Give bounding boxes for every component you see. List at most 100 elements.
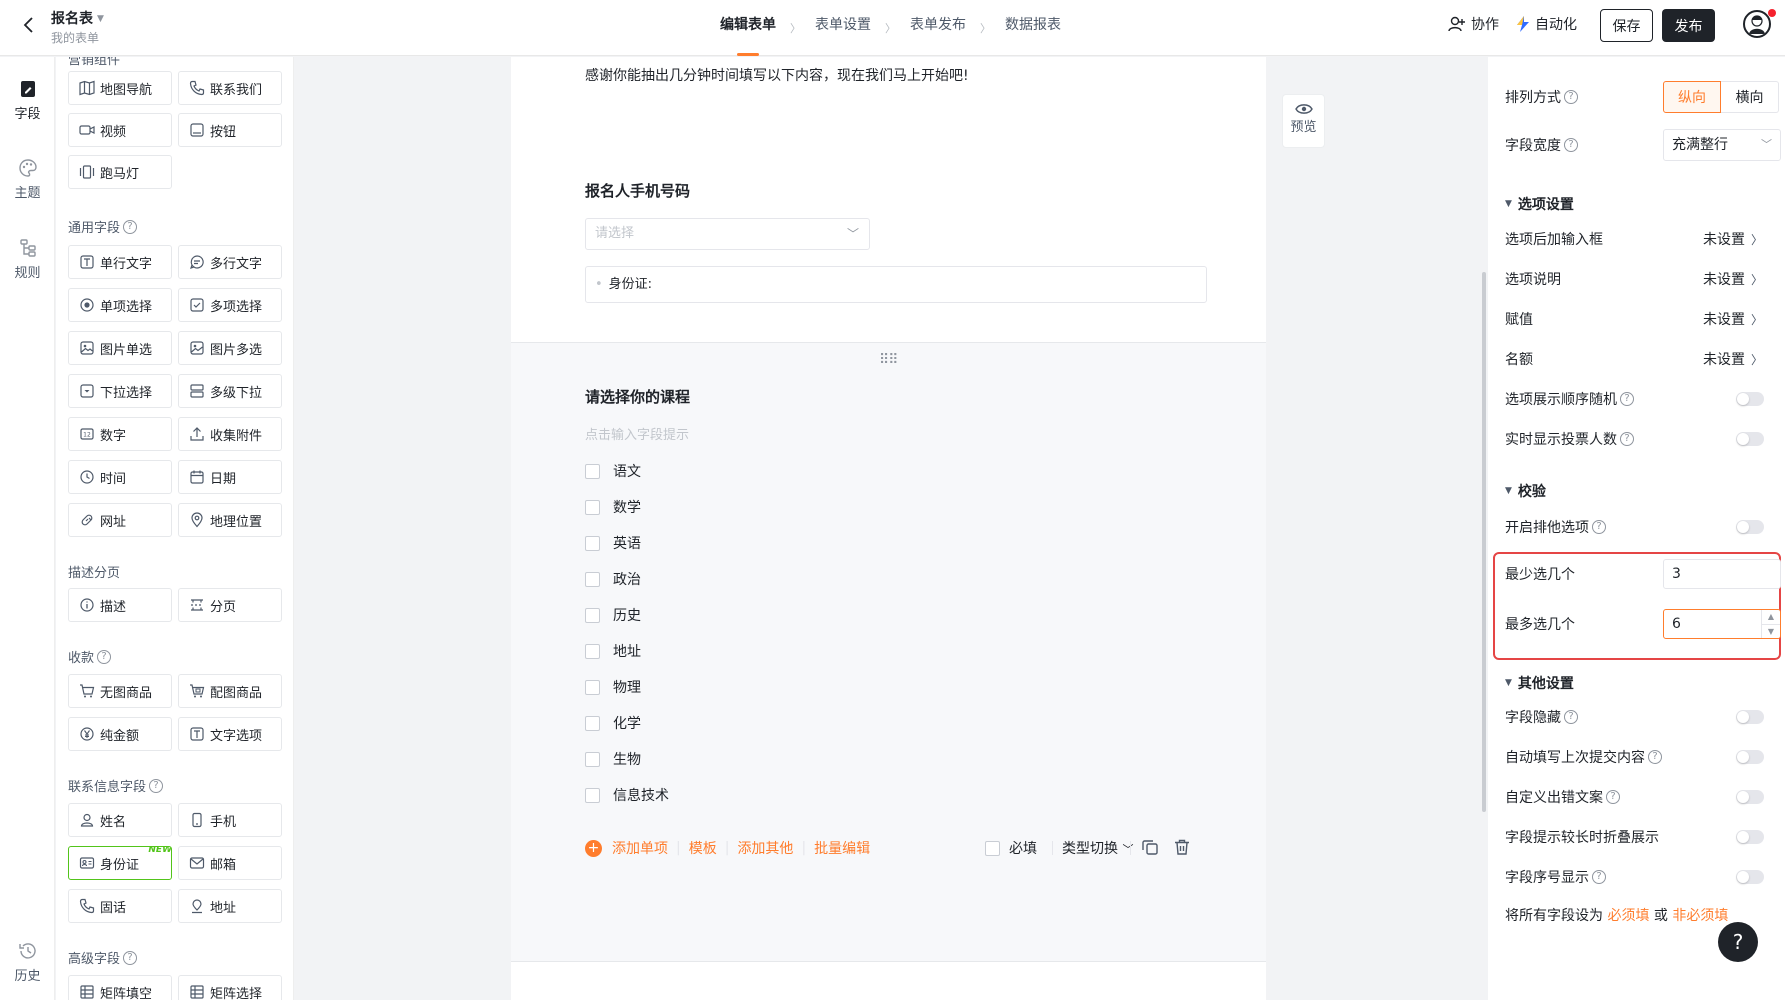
option-checkbox[interactable] (585, 751, 600, 767)
form-intro-text[interactable]: 感谢你能抽出几分钟时间填写以下内容，现在我们马上开始吧! (585, 65, 969, 85)
exclusive-option-toggle[interactable] (1736, 520, 1764, 534)
option-checkbox[interactable] (585, 607, 600, 623)
setting-value[interactable]: 未设置〉 (1703, 309, 1763, 329)
widget-address[interactable]: 地址 (178, 889, 282, 923)
widget-amount[interactable]: 纯金额 (68, 717, 172, 751)
option-checkbox[interactable] (585, 643, 600, 659)
type-switch-dropdown[interactable]: 类型切换 ﹀ (1062, 838, 1133, 858)
option-item[interactable]: 地址 (585, 641, 641, 661)
option-item[interactable]: 化学 (585, 713, 641, 733)
show-votes-toggle[interactable] (1736, 432, 1764, 446)
widget-dropdown[interactable]: 下拉选择 (68, 374, 172, 408)
widget-product-no-image[interactable]: 无图商品 (68, 674, 172, 708)
template-link[interactable]: 模板 (689, 838, 717, 858)
step-data-report[interactable]: 数据报表 (1005, 0, 1061, 56)
help-icon[interactable]: ? (149, 778, 164, 793)
show-index-toggle[interactable] (1736, 870, 1764, 884)
widget-date[interactable]: 日期 (178, 460, 282, 494)
setting-value[interactable]: 未设置〉 (1703, 269, 1763, 289)
setting-assign-value[interactable]: 赋值 未设置〉 (1505, 307, 1769, 331)
validation-section-header[interactable]: ▼ 校验 (1505, 481, 1546, 501)
widget-cascade-dropdown[interactable]: 多级下拉 (178, 374, 282, 408)
widget-email[interactable]: 邮箱 (178, 846, 282, 880)
widget-name[interactable]: 姓名 (68, 803, 172, 837)
widget-page-break[interactable]: 分页 (178, 588, 282, 622)
question-course-block[interactable]: ⠿⠿ 请选择你的课程 点击输入字段提示 语文 数学 英语 政治 历史 地址 物理… (511, 342, 1266, 962)
rail-history[interactable]: 历史 (0, 941, 55, 984)
question-phone-select[interactable]: 请选择 ﹀ (585, 218, 870, 250)
help-icon[interactable]: ? (1606, 790, 1620, 804)
option-checkbox[interactable] (585, 679, 600, 695)
arrange-vertical-option[interactable]: 纵向 (1663, 81, 1721, 113)
setting-value[interactable]: 未设置〉 (1703, 229, 1763, 249)
drag-handle-icon[interactable]: ⠿⠿ (879, 352, 898, 368)
setting-value[interactable]: 未设置〉 (1703, 349, 1763, 369)
custom-error-toggle[interactable] (1736, 790, 1764, 804)
random-order-toggle[interactable] (1736, 392, 1764, 406)
save-button[interactable]: 保存 (1600, 9, 1653, 42)
help-icon[interactable]: ? (123, 219, 138, 234)
widget-matrix-fill[interactable]: 矩阵填空 (68, 975, 172, 1000)
stepper-up-icon[interactable]: ▲ (1762, 610, 1780, 624)
trash-icon[interactable] (1173, 838, 1191, 856)
batch-edit-link[interactable]: 批量编辑 (814, 838, 870, 858)
help-icon[interactable]: ? (1564, 138, 1578, 152)
step-form-settings[interactable]: 表单设置 (815, 0, 871, 56)
widget-image-multi[interactable]: 图片多选 (178, 331, 282, 365)
back-arrow-icon[interactable] (18, 14, 40, 36)
rail-rules[interactable]: 规则 (0, 238, 55, 281)
canvas-scrollbar[interactable] (1482, 272, 1486, 812)
question-course-hint[interactable]: 点击输入字段提示 (585, 424, 689, 443)
widget-mobile[interactable]: 手机 (178, 803, 282, 837)
widget-video[interactable]: 视频 (68, 113, 172, 147)
help-icon[interactable]: ? (1564, 90, 1578, 104)
caret-down-icon[interactable]: ▼ (97, 14, 104, 24)
hide-field-toggle[interactable] (1736, 710, 1764, 724)
widget-map-nav[interactable]: 地图导航 (68, 71, 172, 105)
question-phone-subfield[interactable]: • 身份证: (585, 266, 1207, 303)
option-item[interactable]: 政治 (585, 569, 641, 589)
widget-contact-us[interactable]: 联系我们 (178, 71, 282, 105)
options-section-header[interactable]: ▼ 选项设置 (1505, 194, 1574, 214)
copy-icon[interactable] (1141, 838, 1159, 856)
option-checkbox[interactable] (585, 499, 600, 515)
widget-time[interactable]: 时间 (68, 460, 172, 494)
required-checkbox[interactable] (985, 840, 1000, 856)
help-icon[interactable]: ? (1592, 520, 1606, 534)
avatar[interactable] (1743, 10, 1771, 38)
help-icon[interactable]: ? (123, 950, 138, 965)
widget-id-card[interactable]: 身份证 NEW (68, 846, 172, 880)
option-item[interactable]: 信息技术 (585, 785, 669, 805)
set-all-required-link[interactable]: 必须填 (1607, 908, 1649, 924)
option-checkbox[interactable] (585, 715, 600, 731)
width-select[interactable]: 充满整行 ﹀ (1663, 129, 1781, 161)
setting-quota[interactable]: 名额 未设置〉 (1505, 347, 1769, 371)
rail-theme[interactable]: 主题 (0, 158, 55, 201)
arrange-horizontal-option[interactable]: 横向 (1721, 81, 1779, 113)
setting-option-input[interactable]: 选项后加输入框 未设置〉 (1505, 227, 1769, 251)
question-course-title[interactable]: 请选择你的课程 (585, 386, 690, 407)
option-checkbox[interactable] (585, 535, 600, 551)
required-toggle[interactable]: 必填 (985, 838, 1037, 858)
widget-matrix-select[interactable]: 矩阵选择 (178, 975, 282, 1000)
preview-button[interactable]: 预览 (1282, 94, 1325, 148)
widget-number[interactable]: 12 数字 (68, 417, 172, 451)
help-icon[interactable]: ? (1564, 710, 1578, 724)
add-option-link[interactable]: 添加单项 (612, 838, 668, 858)
widget-location[interactable]: 地理位置 (178, 503, 282, 537)
form-title[interactable]: 报名表 ▼ (51, 8, 104, 28)
option-checkbox[interactable] (585, 571, 600, 587)
widget-landline[interactable]: 固话 (68, 889, 172, 923)
min-select-input[interactable] (1663, 559, 1781, 589)
collapse-hint-toggle[interactable] (1736, 830, 1764, 844)
add-other-link[interactable]: 添加其他 (737, 838, 793, 858)
collab-button[interactable]: 协作 (1447, 14, 1499, 34)
autofill-toggle[interactable] (1736, 750, 1764, 764)
question-phone-title[interactable]: 报名人手机号码 (585, 180, 690, 201)
help-icon[interactable]: ? (97, 649, 112, 664)
step-edit-form[interactable]: 编辑表单 (720, 0, 776, 56)
set-all-optional-link[interactable]: 非必须填 (1672, 908, 1728, 924)
widget-marquee[interactable]: 跑马灯 (68, 155, 172, 189)
widget-multi-line[interactable]: 多行文字 (178, 245, 282, 279)
widget-single-line[interactable]: 单行文字 (68, 245, 172, 279)
